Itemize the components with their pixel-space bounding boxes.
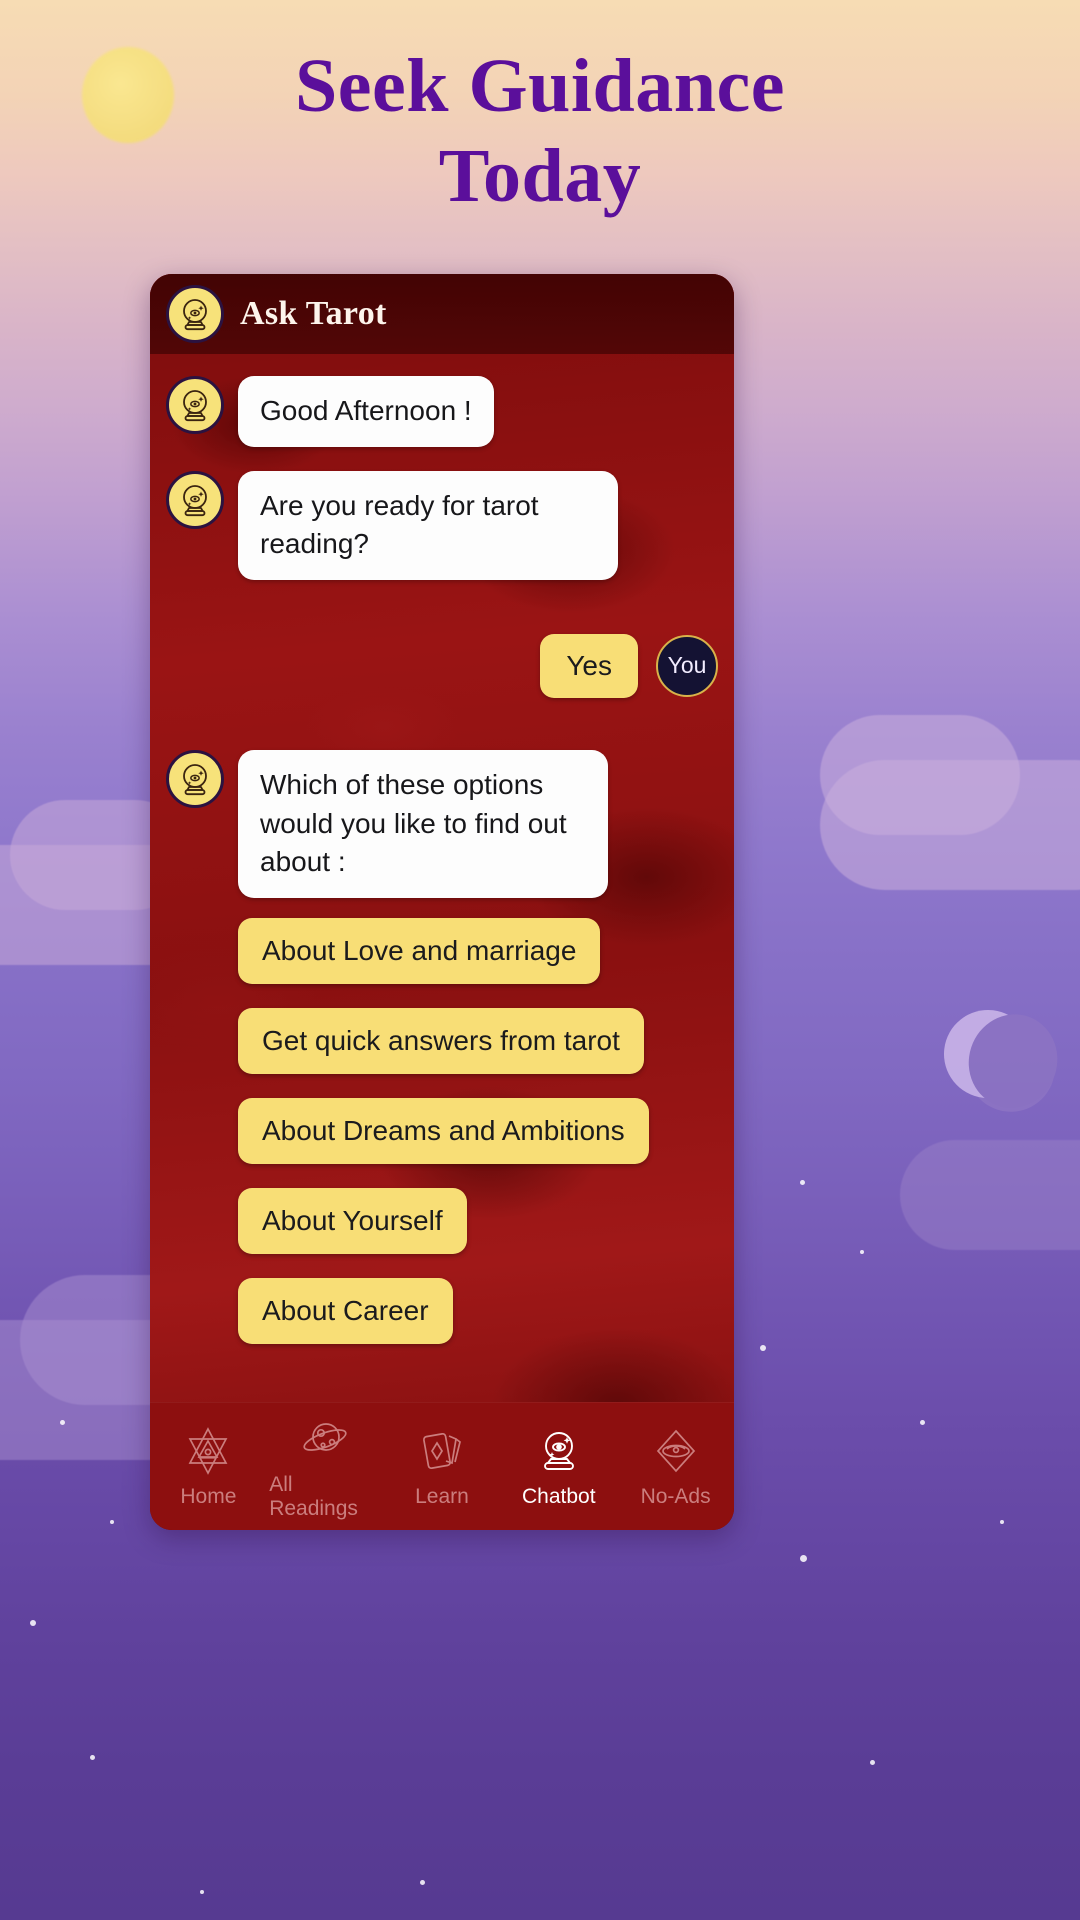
chat-message-row: Good Afternoon ! (166, 376, 718, 447)
chat-message-row: Are you ready for tarot reading? (166, 470, 718, 580)
bot-message-bubble: Good Afternoon ! (238, 376, 494, 447)
star-dot (870, 1760, 875, 1765)
star-dot (200, 1890, 204, 1894)
chat-message-list[interactable]: Good Afternoon ! Are you ready for tarot… (150, 354, 734, 1402)
chat-message-row: Which of these options would you like to… (166, 749, 718, 898)
option-button-about-career[interactable]: About Career (238, 1277, 453, 1344)
chat-header: Ask Tarot (150, 274, 734, 354)
tarot-cards-icon (416, 1425, 468, 1477)
you-avatar-badge: You (656, 634, 718, 697)
bot-message-bubble: Are you ready for tarot reading? (238, 470, 618, 580)
bot-prompt-bubble: Which of these options would you like to… (238, 749, 608, 898)
moon-icon (932, 998, 1044, 1110)
star-dot (420, 1880, 425, 1885)
star-dot (30, 1620, 36, 1626)
nav-item-learn[interactable]: Learn (386, 1425, 498, 1509)
star-dot (800, 1555, 807, 1562)
star-dot (1000, 1520, 1004, 1524)
crystal-ball-icon (533, 1425, 585, 1477)
cloud-shape (900, 1140, 1080, 1250)
star-dot (60, 1420, 65, 1425)
option-button-about-yourself[interactable]: About Yourself (238, 1187, 467, 1254)
star-dot (110, 1520, 114, 1524)
crystal-ball-icon (166, 376, 224, 434)
crystal-ball-icon (166, 749, 224, 808)
star-dot (800, 1180, 805, 1185)
nav-label: No-Ads (640, 1484, 711, 1508)
option-button-dreams-ambitions[interactable]: About Dreams and Ambitions (238, 1097, 649, 1164)
diamond-eye-icon (650, 1425, 702, 1477)
option-button-quick-answers[interactable]: Get quick answers from tarot (238, 1007, 644, 1074)
user-reply-row: Yes You (166, 633, 718, 698)
nav-item-no-ads[interactable]: No-Ads (620, 1425, 732, 1509)
option-button-list: About Love and marriage Get quick answer… (166, 917, 718, 1344)
option-button-love-and-marriage[interactable]: About Love and marriage (238, 917, 601, 984)
star-dot (920, 1420, 925, 1425)
cloud-shape (820, 715, 1020, 835)
crystal-ball-icon (166, 470, 224, 529)
planet-icon (299, 1413, 351, 1465)
nav-item-all-readings[interactable]: All Readings (269, 1413, 381, 1521)
nav-item-chatbot[interactable]: Chatbot (503, 1425, 615, 1509)
page-title-line-2: Today (438, 133, 642, 218)
nav-label: Learn (415, 1484, 469, 1508)
crystal-ball-icon (166, 285, 224, 343)
chat-header-title: Ask Tarot (240, 295, 387, 332)
page-title-line-1: Seek Guidance (295, 44, 785, 128)
page-title: Seek Guidance Today (0, 42, 1080, 221)
bottom-navigation-bar: Home All Readings Learn Chatbot No-Ads (150, 1402, 734, 1530)
nav-label: Home (180, 1484, 237, 1508)
star-dot (760, 1345, 766, 1351)
nav-label: All Readings (269, 1472, 358, 1520)
star-dot (860, 1250, 864, 1254)
chat-app-screen: Ask Tarot Good Afternoon ! Are you ready… (150, 274, 734, 1530)
nav-item-home[interactable]: Home (152, 1425, 264, 1509)
nav-label: Chatbot (522, 1484, 596, 1508)
star-dot (90, 1755, 95, 1760)
yes-button[interactable]: Yes (540, 633, 638, 698)
hexagram-eye-icon (182, 1425, 234, 1477)
